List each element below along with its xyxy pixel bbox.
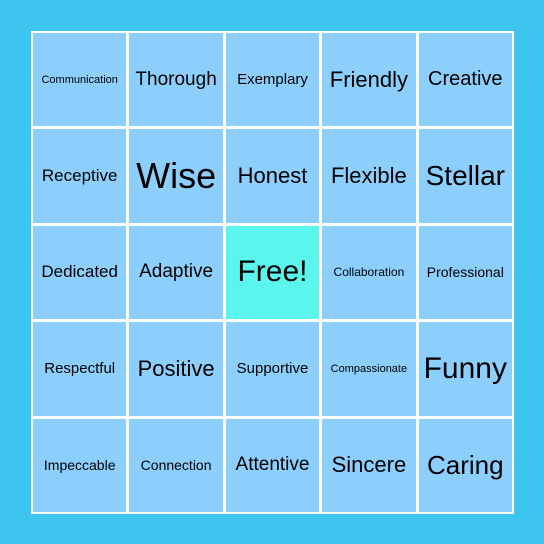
bingo-cell[interactable]: Receptive [33, 129, 127, 223]
bingo-cell[interactable]: Positive [129, 322, 223, 416]
bingo-cell[interactable]: Adaptive [129, 225, 223, 320]
bingo-cell[interactable]: Wise [129, 129, 223, 223]
free-space-cell[interactable]: Free! [225, 225, 320, 320]
bingo-cell[interactable]: Stellar [418, 129, 512, 223]
bingo-cell[interactable]: Creative [418, 33, 512, 127]
bingo-cell[interactable]: Caring [418, 418, 512, 512]
bingo-cell[interactable]: Compassionate [322, 322, 416, 416]
bingo-cell[interactable]: Professional [418, 225, 512, 320]
bingo-cell[interactable]: Dedicated [33, 225, 127, 320]
bingo-board: Communication Thorough Exemplary Friendl… [31, 31, 514, 514]
bingo-cell[interactable]: Communication [33, 33, 127, 127]
bingo-cell[interactable]: Thorough [129, 33, 223, 127]
bingo-cell[interactable]: Sincere [322, 418, 416, 512]
bingo-cell[interactable]: Friendly [322, 33, 416, 127]
bingo-cell[interactable]: Exemplary [225, 33, 320, 127]
bingo-cell[interactable]: Attentive [225, 418, 320, 512]
bingo-cell[interactable]: Connection [129, 418, 223, 512]
bingo-cell[interactable]: Funny [418, 322, 512, 416]
bingo-cell[interactable]: Honest [225, 129, 320, 223]
bingo-cell[interactable]: Impeccable [33, 418, 127, 512]
bingo-cell[interactable]: Supportive [225, 322, 320, 416]
bingo-cell[interactable]: Flexible [322, 129, 416, 223]
bingo-cell[interactable]: Collaboration [322, 225, 416, 320]
bingo-cell[interactable]: Respectful [33, 322, 127, 416]
